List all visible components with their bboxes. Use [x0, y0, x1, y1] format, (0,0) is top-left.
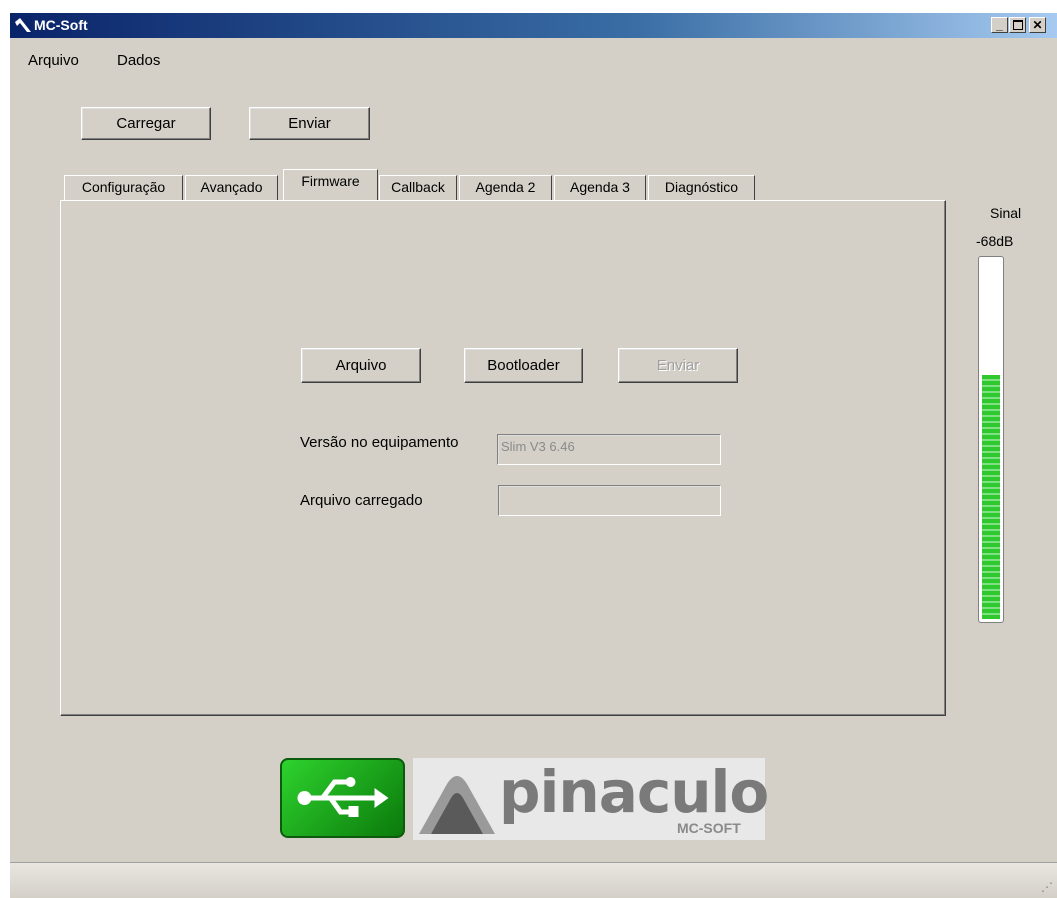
usb-logo [280, 758, 405, 838]
pinaculo-logo: pinaculo MC-SOFT [413, 758, 769, 840]
load-button[interactable]: Carregar [81, 107, 211, 140]
app-logo-icon [14, 16, 32, 34]
tab-diagnostico[interactable]: Diagnóstico [648, 175, 755, 200]
close-icon: ✕ [1032, 18, 1043, 32]
minimize-button[interactable]: _ [991, 17, 1008, 33]
menu-arquivo[interactable]: Arquivo [28, 52, 79, 69]
device-version-label: Versão no equipamento [300, 434, 459, 451]
status-bar: ⋰ [10, 862, 1057, 898]
pinaculo-mark-icon [419, 776, 495, 834]
menu-bar: Arquivo Dados [10, 38, 1057, 69]
usb-icon [297, 777, 389, 817]
menu-dados[interactable]: Dados [117, 52, 160, 69]
tab-agenda-3[interactable]: Agenda 3 [554, 175, 646, 200]
signal-value: -68dB [976, 233, 1014, 249]
loaded-file-label: Arquivo carregado [300, 492, 423, 509]
tab-firmware[interactable]: Firmware [283, 169, 378, 200]
send-toolbar-button[interactable]: Enviar [249, 107, 370, 140]
signal-meter-fill [982, 375, 1000, 619]
signal-meter [978, 256, 1004, 623]
tab-callback[interactable]: Callback [379, 175, 457, 200]
tab-configuracao[interactable]: Configuração [64, 175, 183, 200]
close-button[interactable]: ✕ [1029, 17, 1046, 33]
minimize-icon: _ [996, 18, 1003, 32]
logo-subtext: MC-SOFT [677, 820, 741, 836]
send-firmware-button[interactable]: Enviar [618, 348, 738, 383]
app-window: MC-Soft _ ✕ Arquivo Dados Carregar Envia… [10, 13, 1057, 898]
maximize-icon [1012, 20, 1023, 30]
device-version-field[interactable]: Slim V3 6.46 [497, 434, 721, 465]
window-title: MC-Soft [34, 17, 88, 33]
maximize-button[interactable] [1009, 17, 1026, 33]
resize-grip-icon[interactable]: ⋰ [1041, 880, 1053, 894]
loaded-file-field[interactable] [498, 485, 721, 516]
tab-agenda-2[interactable]: Agenda 2 [459, 175, 552, 200]
tab-avancado[interactable]: Avançado [185, 175, 278, 200]
firmware-panel: Arquivo Bootloader Enviar Versão no equi… [60, 200, 946, 716]
signal-label: Sinal [990, 205, 1022, 221]
bootloader-button[interactable]: Bootloader [464, 348, 583, 383]
logo-text: pinaculo [499, 758, 769, 826]
file-button[interactable]: Arquivo [301, 348, 421, 383]
title-bar[interactable]: MC-Soft _ ✕ [10, 13, 1057, 38]
